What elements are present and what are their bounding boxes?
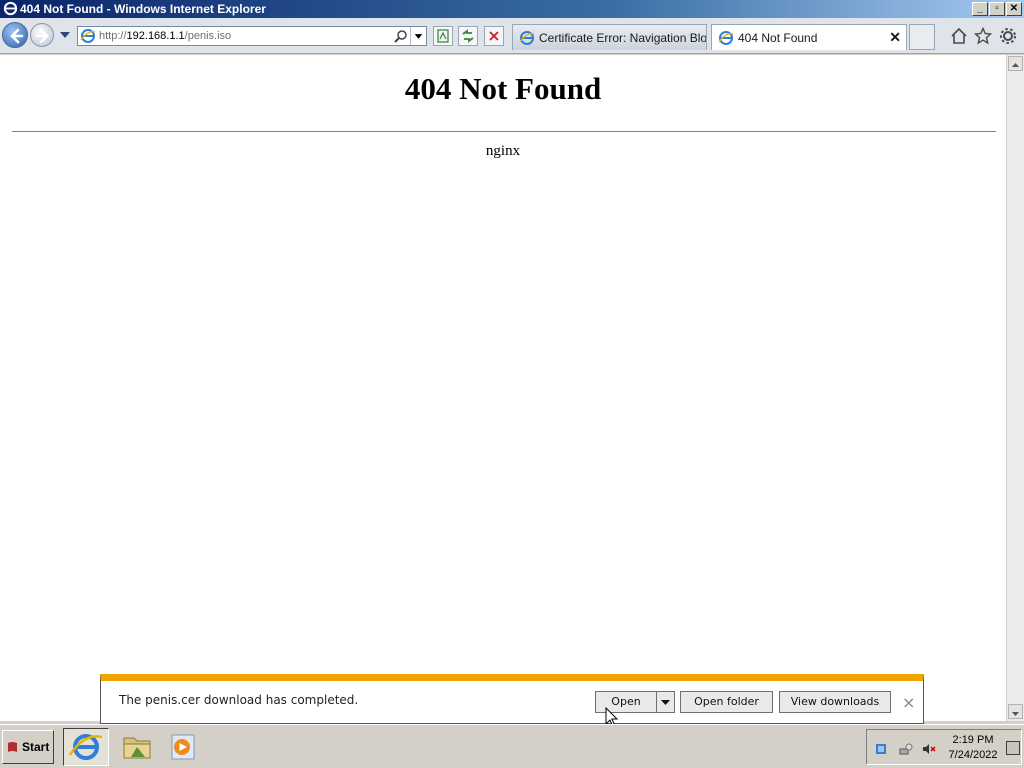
divider: [12, 131, 996, 132]
open-folder-button[interactable]: Open folder: [680, 691, 773, 713]
tab-certificate-error[interactable]: Certificate Error: Navigation Blo...: [512, 24, 707, 50]
forward-button[interactable]: [30, 23, 54, 47]
clock-time: 2:19 PM: [952, 734, 994, 746]
windows-flag-icon: [8, 742, 17, 752]
ie-tab-icon: [519, 31, 535, 45]
address-bar[interactable]: http://192.168.1.1/penis.iso: [77, 26, 427, 46]
chevron-down-icon: [1012, 712, 1019, 716]
start-button[interactable]: Start: [2, 730, 54, 764]
chevron-up-icon: [1012, 63, 1019, 67]
tab-label: Certificate Error: Navigation Blo...: [539, 31, 707, 45]
compatibility-view-button[interactable]: [433, 26, 453, 46]
taskbar-windows-explorer[interactable]: [115, 728, 161, 766]
clock[interactable]: 2:19 PM 7/24/2022: [943, 733, 1003, 763]
vertical-scrollbar[interactable]: [1006, 55, 1024, 721]
start-label: Start: [22, 740, 50, 754]
taskbar-media-player[interactable]: [160, 728, 206, 766]
taskbar: Start 2:19 PM 7/24/2022: [0, 724, 1024, 768]
ie-page-icon: [80, 29, 96, 43]
refresh-button[interactable]: [458, 26, 478, 46]
back-arrow-icon: [10, 28, 24, 44]
folder-icon: [123, 737, 151, 759]
stop-icon: [489, 31, 499, 41]
server-name: nginx: [485, 143, 521, 159]
tab-close-icon[interactable]: ✕: [889, 29, 901, 46]
ie-logo-icon: [3, 1, 18, 16]
ie-tab-icon: [718, 31, 734, 45]
open-options-dropdown[interactable]: [656, 691, 675, 713]
volume-muted-icon[interactable]: [922, 742, 936, 756]
forward-arrow-icon: [35, 28, 49, 44]
navigation-bar: http://192.168.1.1/penis.iso Certificate: [0, 18, 1024, 54]
close-icon[interactable]: ×: [902, 693, 915, 712]
maximize-button[interactable]: ▫: [989, 2, 1005, 16]
show-desktop-button[interactable]: [1006, 741, 1020, 755]
gear-icon[interactable]: [999, 27, 1017, 45]
window-title: 404 Not Found - Windows Internet Explore…: [20, 2, 266, 16]
new-tab-button[interactable]: [909, 24, 935, 50]
title-bar: 404 Not Found - Windows Internet Explore…: [0, 0, 1024, 18]
tab-label: 404 Not Found: [738, 31, 818, 45]
action-center-icon[interactable]: [874, 742, 888, 756]
compatibility-view-icon: [437, 29, 449, 43]
refresh-icon: [462, 29, 474, 43]
internet-explorer-icon: [68, 734, 103, 760]
favorites-star-icon[interactable]: [974, 27, 992, 45]
download-message: The penis.cer download has completed.: [119, 693, 359, 707]
scroll-up-arrow[interactable]: [1008, 56, 1023, 71]
back-button[interactable]: [2, 22, 28, 48]
page-content: 404 Not Found nginx: [0, 55, 1006, 721]
clock-date: 7/24/2022: [948, 749, 998, 761]
page-heading: 404 Not Found: [404, 71, 602, 106]
recent-pages-dropdown-icon[interactable]: [59, 30, 71, 40]
media-player-icon: [171, 734, 195, 760]
address-dropdown-icon[interactable]: [410, 27, 426, 45]
network-icon[interactable]: [899, 742, 913, 756]
minimize-button[interactable]: _: [972, 2, 988, 16]
download-notification-bar: The penis.cer download has completed. Op…: [100, 674, 924, 724]
system-tray: 2:19 PM 7/24/2022: [866, 729, 1022, 765]
url-text[interactable]: http://192.168.1.1/penis.iso: [99, 30, 231, 42]
scroll-down-arrow[interactable]: [1008, 704, 1023, 719]
search-icon[interactable]: [394, 29, 408, 43]
chevron-down-icon: [661, 700, 670, 705]
home-icon[interactable]: [950, 27, 968, 45]
close-window-button[interactable]: ✕: [1006, 2, 1022, 16]
view-downloads-button[interactable]: View downloads: [779, 691, 891, 713]
taskbar-internet-explorer[interactable]: [63, 728, 109, 766]
tab-404-not-found[interactable]: 404 Not Found ✕: [711, 24, 907, 50]
stop-button[interactable]: [484, 26, 504, 46]
